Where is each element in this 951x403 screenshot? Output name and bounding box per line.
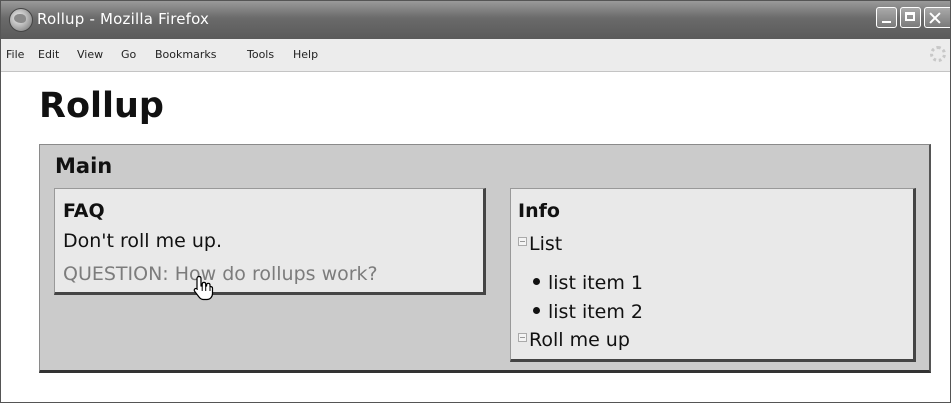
main-heading: Main xyxy=(55,154,113,178)
menu-view[interactable]: View xyxy=(77,48,103,61)
collapse-icon[interactable] xyxy=(518,333,527,342)
menu-edit[interactable]: Edit xyxy=(38,48,59,61)
roll-me-up-label: Roll me up xyxy=(529,329,630,351)
maximize-button[interactable] xyxy=(900,7,921,28)
list-toggle-label: List xyxy=(529,233,563,255)
list-item-label: list item 2 xyxy=(548,301,643,323)
firefox-globe-icon[interactable] xyxy=(9,8,33,32)
menu-bookmarks[interactable]: Bookmarks xyxy=(155,48,216,61)
bullet-icon xyxy=(533,278,540,285)
list-item: list item 1 xyxy=(533,269,643,298)
bullet-icon xyxy=(533,307,540,314)
list-item-label: list item 1 xyxy=(548,272,643,294)
close-button[interactable] xyxy=(924,7,950,28)
hand-pointer-icon xyxy=(193,275,214,301)
browser-window: Rollup - Mozilla Firefox File Edit View … xyxy=(0,0,951,403)
menu-go[interactable]: Go xyxy=(121,48,136,61)
page-title: Rollup xyxy=(39,86,164,126)
page-content: Rollup Main FAQ Don't roll me up. QUESTI… xyxy=(1,72,950,402)
window-title: Rollup - Mozilla Firefox xyxy=(37,10,210,28)
collapse-icon[interactable] xyxy=(518,237,527,246)
title-bar[interactable]: Rollup - Mozilla Firefox xyxy=(1,1,950,39)
main-panel: Main FAQ Don't roll me up. QUESTION: How… xyxy=(39,144,931,373)
list-item: list item 2 xyxy=(533,298,643,327)
info-panel: Info List list item 1 list item 2 Roll m… xyxy=(510,188,916,362)
info-list: list item 1 list item 2 xyxy=(533,269,643,327)
info-heading: Info xyxy=(518,200,560,222)
minimize-button[interactable] xyxy=(876,7,897,28)
faq-text: Don't roll me up. xyxy=(63,230,223,252)
menu-tools[interactable]: Tools xyxy=(247,48,274,61)
faq-question-toggle[interactable]: QUESTION: How do rollups work? xyxy=(63,263,378,285)
faq-panel: FAQ Don't roll me up. QUESTION: How do r… xyxy=(54,188,486,295)
menu-file[interactable]: File xyxy=(6,48,24,61)
menu-help[interactable]: Help xyxy=(293,48,318,61)
list-toggle[interactable]: List xyxy=(518,233,562,255)
loading-throbber-icon xyxy=(930,46,946,62)
faq-heading: FAQ xyxy=(63,200,105,222)
roll-me-up-toggle[interactable]: Roll me up xyxy=(518,329,630,351)
menu-bar: File Edit View Go Bookmarks Tools Help xyxy=(1,39,950,72)
